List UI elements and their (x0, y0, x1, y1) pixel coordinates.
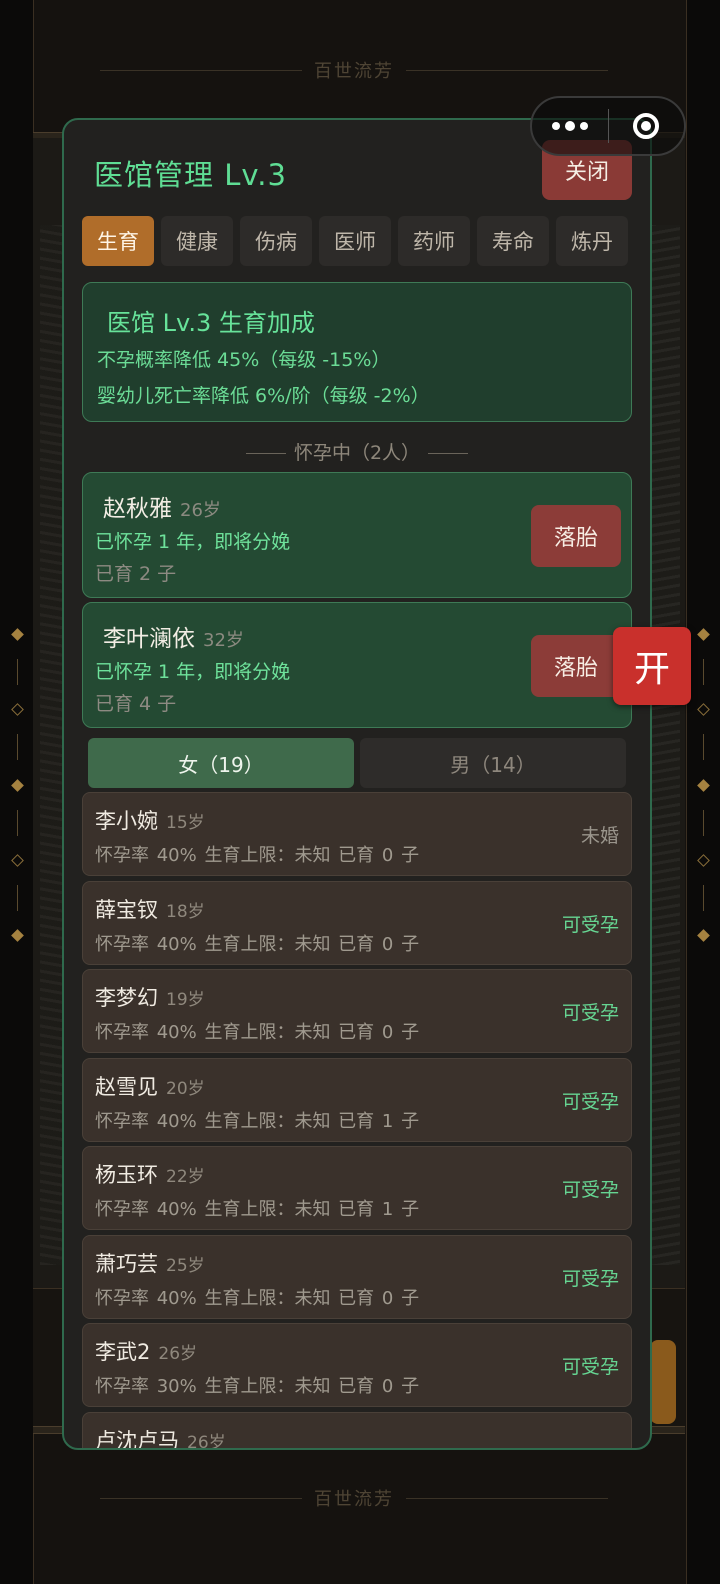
person-age: 32岁 (203, 630, 244, 651)
status-badge: 未婚 (580, 825, 619, 847)
bottom-banner: 百世流芳 (88, 1488, 620, 1510)
person-list: 李小婉 15岁 怀孕率 40% 生育上限：未知 已育 0 子 未婚 薛宝钗 18岁 … (82, 792, 632, 1450)
pregnancy-status: 已怀孕 1 年，即将分娩 (95, 531, 291, 553)
person-name: 李武2 26岁 (95, 1340, 198, 1364)
pregnant-section-header: 怀孕中（2人） (64, 438, 650, 465)
clinic-management-dialog: 医馆管理 Lv.3 关闭 生育 健康 伤病 医师 药师 寿命 炼丹 医馆 Lv.… (62, 118, 652, 1450)
list-item[interactable]: 卢沈卢马 26岁 (82, 1411, 632, 1450)
abort-button[interactable]: 落胎 (531, 505, 621, 567)
category-tabs: 生育 健康 伤病 医师 药师 寿命 炼丹 (82, 216, 628, 266)
person-info: 怀孕率 30% 生育上限：未知 已育 0 子 (95, 1376, 420, 1397)
person-info: 怀孕率 40% 生育上限：未知 已育 1 子 (95, 1199, 420, 1220)
status-badge: 可受孕 (561, 1179, 619, 1201)
person-age: 26岁 (187, 1432, 226, 1450)
person-info: 怀孕率 40% 生育上限：未知 已育 0 子 (95, 845, 420, 866)
person-age: 19岁 (166, 990, 205, 1010)
person-name: 赵秋雅 26岁 (103, 496, 221, 522)
more-icon[interactable] (532, 120, 608, 131)
bonus-line: 不孕概率降低 45%（每级 -15%） (97, 349, 391, 371)
person-age: 22岁 (166, 1167, 205, 1187)
abort-button[interactable]: 落胎 (531, 635, 621, 697)
gender-tabs: 女（19） 男（14） (88, 738, 626, 788)
tab-alchemy[interactable]: 炼丹 (556, 216, 628, 266)
person-name: 李叶澜依 32岁 (103, 626, 244, 652)
person-name: 杨玉环 22岁 (95, 1163, 205, 1187)
person-info: 怀孕率 40% 生育上限：未知 已育 0 子 (95, 1022, 420, 1043)
person-age: 18岁 (166, 901, 205, 922)
status-badge: 可受孕 (561, 1090, 619, 1113)
bonus-title: 医馆 Lv.3 生育加成 (107, 309, 315, 337)
tab-fertility[interactable]: 生育 (82, 216, 154, 266)
person-name: 赵雪见 20岁 (95, 1074, 205, 1099)
float-open-button[interactable]: 开 (613, 627, 691, 705)
fertility-bonus-panel: 医馆 Lv.3 生育加成 不孕概率降低 45%（每级 -15%） 婴幼儿死亡率降… (82, 282, 632, 422)
dialog-title: 医馆管理 Lv.3 (94, 158, 287, 192)
tab-health[interactable]: 健康 (161, 216, 233, 266)
status-badge: 可受孕 (561, 1356, 619, 1378)
right-ornament (696, 628, 710, 942)
person-info: 怀孕率 40% 生育上限：未知 已育 0 子 (95, 933, 420, 955)
tab-physician[interactable]: 医师 (319, 216, 391, 266)
person-age: 20岁 (166, 1078, 205, 1099)
status-badge: 可受孕 (561, 1002, 619, 1024)
children-count: 已育 2 子 (95, 563, 177, 585)
person-age: 26岁 (158, 1344, 198, 1364)
person-name: 薛宝钗 18岁 (95, 897, 205, 922)
person-age: 25岁 (166, 1255, 205, 1276)
person-age: 26岁 (180, 500, 221, 521)
list-item[interactable]: 杨玉环 22岁 怀孕率 40% 生育上限：未知 已育 1 子 可受孕 (82, 1146, 632, 1230)
exit-icon[interactable] (609, 113, 685, 139)
status-badge: 可受孕 (561, 1267, 619, 1290)
tab-pharmacist[interactable]: 药师 (398, 216, 470, 266)
pregnancy-status: 已怀孕 1 年，即将分娩 (95, 661, 291, 683)
season-button (650, 1340, 676, 1424)
pregnant-card: 李叶澜依 32岁 已怀孕 1 年，即将分娩 已育 4 子 落胎 (82, 602, 632, 728)
children-count: 已育 4 子 (95, 693, 177, 715)
list-item[interactable]: 李梦幻 19岁 怀孕率 40% 生育上限：未知 已育 0 子 可受孕 (82, 969, 632, 1053)
left-ornament (10, 628, 24, 942)
list-item[interactable]: 薛宝钗 18岁 怀孕率 40% 生育上限：未知 已育 0 子 可受孕 (82, 880, 632, 965)
tab-female[interactable]: 女（19） (88, 738, 354, 788)
tab-male[interactable]: 男（14） (360, 738, 626, 788)
tab-lifespan[interactable]: 寿命 (477, 216, 549, 266)
tab-injury[interactable]: 伤病 (240, 216, 312, 266)
miniprogram-capsule (530, 96, 686, 156)
top-banner: 百世流芳 (88, 60, 620, 82)
list-item[interactable]: 李武2 26岁 怀孕率 30% 生育上限：未知 已育 0 子 可受孕 (82, 1323, 632, 1407)
person-name: 卢沈卢马 26岁 (95, 1425, 226, 1450)
person-name: 萧巧芸 25岁 (95, 1251, 205, 1276)
background-artwork-left (40, 225, 64, 1265)
person-info: 怀孕率 40% 生育上限：未知 已育 0 子 (95, 1287, 420, 1309)
person-info: 怀孕率 40% 生育上限：未知 已育 1 子 (95, 1110, 420, 1132)
person-name: 李梦幻 19岁 (95, 986, 205, 1010)
list-item[interactable]: 李小婉 15岁 怀孕率 40% 生育上限：未知 已育 0 子 未婚 (82, 792, 632, 876)
list-item[interactable]: 赵雪见 20岁 怀孕率 40% 生育上限：未知 已育 1 子 可受孕 (82, 1057, 632, 1142)
status-badge: 可受孕 (561, 913, 619, 936)
pregnant-card: 赵秋雅 26岁 已怀孕 1 年，即将分娩 已育 2 子 落胎 (82, 472, 632, 598)
bonus-line: 婴幼儿死亡率降低 6%/阶（每级 -2%） (97, 385, 430, 407)
person-name: 李小婉 15岁 (95, 809, 205, 833)
person-age: 15岁 (166, 813, 205, 833)
list-item[interactable]: 萧巧芸 25岁 怀孕率 40% 生育上限：未知 已育 0 子 可受孕 (82, 1234, 632, 1319)
